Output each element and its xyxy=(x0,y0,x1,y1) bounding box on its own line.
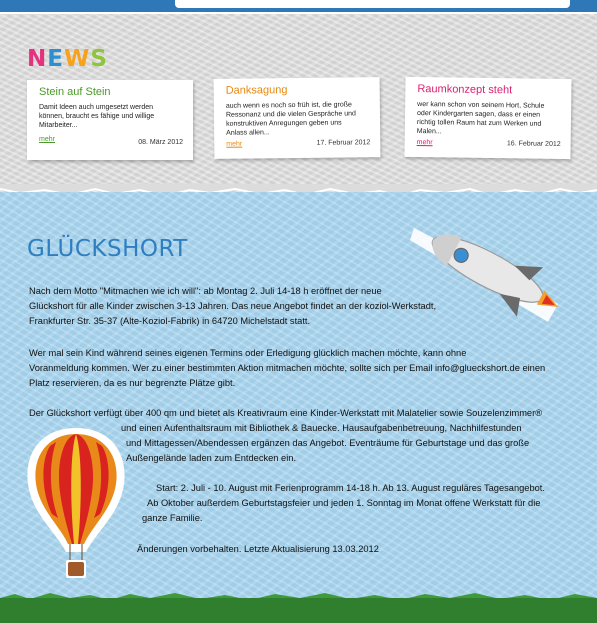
grass-footer xyxy=(0,598,597,623)
news-card-text: wer kann schon von seinem Hort, Schule o… xyxy=(416,101,545,136)
news-card-more-link[interactable]: mehr xyxy=(417,139,433,146)
news-card: Danksagung auch wenn es noch so früh ist… xyxy=(213,77,381,159)
news-card: Stein auf Stein Damit Ideen auch umgeset… xyxy=(27,80,193,160)
news-card-title[interactable]: Raumkonzept steht xyxy=(417,83,512,96)
last-updated-note: Änderungen vorbehalten. Letzte Aktualisi… xyxy=(137,544,379,554)
news-card-more-link[interactable]: mehr xyxy=(226,141,242,148)
news-card-text: auch wenn es noch so früh ist, die große… xyxy=(225,101,356,137)
news-card-more-link[interactable]: mehr xyxy=(39,136,55,143)
intro-paragraph: Nach dem Motto "Mitmachen wie ich will":… xyxy=(29,286,437,326)
top-white-tab xyxy=(175,0,570,8)
news-card-title[interactable]: Stein auf Stein xyxy=(39,86,111,98)
news-heading: NEWS xyxy=(27,46,108,72)
hot-air-balloon-icon xyxy=(27,428,125,578)
news-card-text: Damit Ideen auch umgesetzt werden können… xyxy=(39,104,155,129)
news-card-date: 16. Februar 2012 xyxy=(506,140,561,149)
booking-paragraph: Wer mal sein Kind während seines eigenen… xyxy=(29,348,546,388)
news-card-title[interactable]: Danksagung xyxy=(226,84,288,97)
news-card-date: 17. Februar 2012 xyxy=(316,139,371,147)
news-card-date: 08. März 2012 xyxy=(138,139,183,146)
news-card: Raumkonzept steht wer kann schon von sei… xyxy=(404,76,572,160)
page-title: GLÜCKSHORT xyxy=(27,236,188,262)
